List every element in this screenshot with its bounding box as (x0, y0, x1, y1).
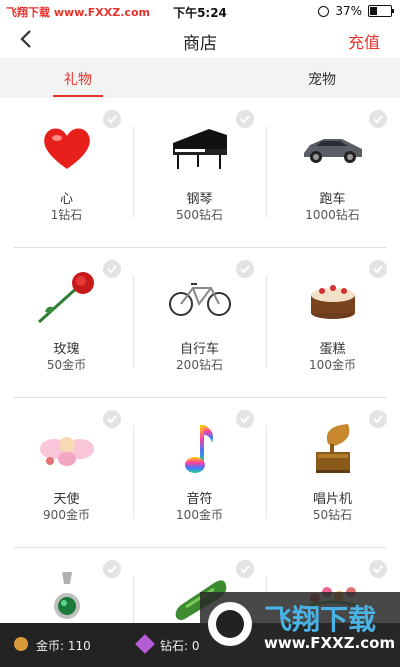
battery-icon (368, 5, 394, 17)
bicycle-icon (159, 270, 240, 326)
gift-name: 唱片机 (312, 492, 352, 507)
gift-name: 玫瑰 (53, 342, 80, 357)
column-divider (266, 126, 267, 218)
recharge-button[interactable]: 充值 (348, 29, 380, 53)
nav-bar: 商店 充值 (0, 22, 400, 58)
gift-item[interactable]: 钢琴 500钻石 (133, 98, 266, 248)
watermark-url: www.FXXZ.com (264, 634, 396, 652)
gift-price: 100金币 (176, 508, 223, 522)
piano-icon (159, 120, 240, 176)
gift-price: 1000钻石 (305, 208, 360, 222)
gift-price: 900金币 (43, 508, 90, 522)
active-tab-indicator (53, 95, 103, 97)
column-divider (133, 126, 134, 218)
tab-bar: 礼物 宠物 (0, 58, 400, 98)
gift-item[interactable]: 唱片机 50钻石 (266, 398, 399, 548)
gift-item[interactable]: 自行车 200钻石 (133, 248, 266, 398)
gift-item[interactable]: 心 1钻石 (0, 98, 133, 248)
gift-name: 自行车 (179, 342, 219, 357)
angel-icon (26, 420, 107, 476)
sports-car-icon (292, 120, 373, 176)
cake-icon (292, 270, 373, 326)
gift-price: 1钻石 (50, 208, 83, 222)
column-divider (133, 576, 134, 623)
rose-icon (26, 270, 107, 326)
gift-name: 钢琴 (186, 192, 213, 207)
gift-price: 200钻石 (176, 358, 223, 372)
battery-percent: 37% (335, 4, 362, 18)
tab-gifts[interactable]: 礼物 (28, 69, 128, 89)
gift-name: 心 (59, 192, 73, 207)
gift-item[interactable] (0, 548, 133, 623)
gift-price: 50金币 (46, 358, 87, 372)
column-divider (133, 276, 134, 368)
tab-pets[interactable]: 宠物 (272, 69, 372, 89)
watermark-title: 飞翔下载 (264, 603, 377, 636)
gift-item[interactable]: 跑车 1000钻石 (266, 98, 399, 248)
gift-price: 50钻石 (312, 508, 353, 522)
watermark: 飞翔下载 www.FXXZ.com (200, 592, 400, 667)
page-title: 商店 (183, 34, 217, 54)
gift-item[interactable]: 天使 900金币 (0, 398, 133, 548)
gift-item[interactable]: 音符 100金币 (133, 398, 266, 548)
gift-name: 蛋糕 (319, 342, 346, 357)
gift-price: 500钻石 (176, 208, 223, 222)
battery-fill (370, 7, 377, 15)
watermark-logo-icon (208, 602, 252, 646)
gift-name: 天使 (53, 492, 80, 507)
diamond-balance: 钻石: 0 (160, 639, 200, 653)
column-divider (266, 276, 267, 368)
column-divider (266, 426, 267, 518)
gift-price: 100金币 (309, 358, 356, 372)
coin-icon (14, 637, 28, 651)
heart-icon (26, 120, 107, 176)
pendant-icon (26, 570, 107, 623)
gift-item[interactable]: 蛋糕 100金币 (266, 248, 399, 398)
gift-name: 跑车 (319, 192, 346, 207)
gramophone-icon (292, 420, 373, 476)
gift-name: 音符 (186, 492, 213, 507)
music-note-icon (159, 420, 240, 476)
column-divider (133, 426, 134, 518)
gift-item[interactable]: 玫瑰 50金币 (0, 248, 133, 398)
orientation-lock-icon (318, 5, 330, 17)
status-bar: 飞翔下载 www.FXXZ.com 下午5:24 37% (0, 0, 400, 22)
diamond-icon (135, 634, 155, 654)
coin-balance: 金币: 110 (36, 639, 91, 653)
